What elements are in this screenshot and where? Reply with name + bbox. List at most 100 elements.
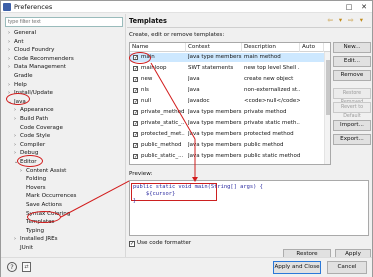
cell-description: private static meth... [244, 120, 300, 126]
column-header-auto[interactable]: Auto [300, 43, 324, 52]
help-icon[interactable]: ? [7, 262, 17, 272]
export-button[interactable]: Export... [333, 134, 371, 145]
row-enabled-checkbox[interactable]: ✓ [133, 99, 138, 105]
cell-context: Java [188, 76, 200, 82]
tree-item-label: JUnit [20, 245, 34, 251]
cell-description: public method [244, 142, 284, 148]
title-divider [127, 27, 371, 28]
row-enabled-checkbox[interactable]: ✓ [133, 77, 138, 83]
row-enabled-checkbox[interactable]: ✓ [133, 154, 138, 160]
table-row[interactable]: ✓ private_static_... Java type members priv… [130, 119, 330, 128]
column-header-description[interactable]: Description [242, 43, 300, 52]
restore-removed-button[interactable]: Restore Removed [333, 88, 371, 105]
preview-pane[interactable]: public static void main(String[] args) {… [129, 180, 369, 236]
tree-item-label: Gradle [14, 73, 33, 79]
table-row[interactable]: ✓ public_method Java type members public me… [130, 141, 330, 150]
cell-name: private_static_... [141, 120, 185, 126]
row-enabled-checkbox[interactable]: ✓ [133, 132, 138, 138]
table-row[interactable]: ✓ nls Java non-externalized st... [130, 86, 330, 95]
tree-item-label: Installed JREs [20, 236, 58, 243]
cell-name: null [141, 98, 152, 104]
row-enabled-checkbox[interactable]: ✓ [133, 88, 138, 94]
cell-description: public static method [244, 153, 300, 159]
preferences-window: Preferences □ ✕ ›General›Ant›Cloud Found… [0, 0, 373, 277]
cell-context: SWT statements [188, 65, 234, 71]
import-button[interactable]: Import... [333, 120, 371, 131]
row-enabled-checkbox[interactable]: ✓ [133, 143, 138, 149]
preview-label: Preview: [129, 171, 153, 177]
apply-and-close-button[interactable]: Apply and Close [273, 261, 321, 274]
tree-item-label: Code Recommenders [14, 55, 74, 62]
import-export-icon[interactable]: ⇄ [22, 262, 31, 272]
cell-description: main method [244, 54, 281, 60]
maximize-icon[interactable]: □ [342, 2, 356, 12]
table-row[interactable]: ✓ null Javadoc <code>null</code> [130, 97, 330, 106]
tree-item-label: Code Coverage [20, 124, 63, 131]
cell-context: Java type members [188, 142, 242, 148]
cell-context: Java type members [188, 109, 242, 115]
dialog-button-bar: ? ⇄ Apply and Close Cancel [1, 257, 372, 277]
tree-item-label: Content Assist [26, 167, 67, 174]
tree-item-label: Save Actions [26, 202, 62, 208]
new-button[interactable]: New... [333, 42, 371, 53]
cell-description: create new object [244, 76, 294, 82]
tree-item-label: Build Path [20, 116, 49, 122]
table-row[interactable]: ✓ protected_met... Java type members protec… [130, 130, 330, 139]
cell-name: private_method [141, 109, 185, 115]
table-row[interactable]: ✓ new Java create new object [130, 75, 330, 84]
cell-name: nls [141, 87, 149, 93]
table-scrollbar[interactable] [324, 52, 330, 164]
title-bar: Preferences □ ✕ [1, 1, 372, 13]
cell-context: Java type members [188, 120, 242, 126]
cell-name: mainloop [141, 65, 167, 71]
remove-button[interactable]: Remove [333, 70, 371, 81]
tree-item-label: Help [14, 81, 27, 88]
row-enabled-checkbox[interactable]: ✓ [133, 121, 138, 127]
history-nav-icons[interactable]: ⇦ ▾ ⇨ ▾ [327, 16, 365, 24]
code-formatter-option[interactable]: ✓ Use code formatter [129, 240, 191, 247]
cell-description: private method [244, 109, 287, 115]
code-formatter-label: Use code formatter [137, 240, 192, 246]
templates-table[interactable]: Name Context Description Auto ✓ main Java … [129, 42, 331, 165]
table-row[interactable]: ✓ public_static_... Java type members publi… [130, 152, 330, 161]
preview-code-line-1: public static void main(String[] args) { [133, 184, 263, 190]
filter-input[interactable] [5, 17, 123, 27]
revert-to-default-button[interactable]: Revert to Default [333, 102, 371, 119]
row-enabled-checkbox[interactable]: ✓ [133, 110, 138, 116]
cell-context: Java type members [188, 153, 242, 159]
cell-context: Java type members [188, 54, 242, 60]
page-title: Templates [129, 17, 167, 25]
tree-item[interactable]: JUnit [14, 244, 33, 253]
edit-button[interactable]: Edit... [333, 56, 371, 67]
column-header-context[interactable]: Context [186, 43, 242, 52]
table-row[interactable]: ✓ mainloop SWT statements new top level She… [130, 64, 330, 73]
tree-item-label: Compiler [20, 141, 46, 148]
pane-splitter[interactable] [125, 14, 126, 257]
tree-item-label: Data Management [14, 64, 66, 71]
table-row[interactable]: ✓ main Java type members main method [130, 53, 330, 62]
cell-description: <code>null</code> [244, 98, 300, 104]
table-row[interactable]: ✓ private_method Java type members private … [130, 108, 330, 117]
tree-item-label: Typing [26, 227, 45, 234]
cell-description: non-externalized st... [244, 87, 300, 93]
cell-name: new [141, 76, 153, 82]
page-description: Create, edit or remove templates: [129, 32, 225, 38]
cell-context: Java type members [188, 131, 242, 137]
window-title: Preferences [14, 3, 53, 11]
cell-name: protected_met... [141, 131, 185, 137]
tree-item-label: Hovers [26, 184, 46, 191]
cell-description: protected method [244, 131, 294, 137]
cancel-button[interactable]: Cancel [327, 261, 367, 274]
tree-item-label: Ant [14, 38, 24, 45]
tree-item-label: Appearance [20, 107, 54, 114]
table-header: Name Context Description Auto [130, 43, 330, 52]
tree-item-label: Folding [26, 176, 47, 183]
row-enabled-checkbox[interactable]: ✓ [133, 66, 138, 72]
column-header-name[interactable]: Name [130, 43, 186, 52]
cell-context: Javadoc [188, 98, 210, 104]
cell-name: public_method [141, 142, 182, 148]
code-formatter-checkbox[interactable]: ✓ [129, 241, 135, 247]
scroll-thumb[interactable] [326, 60, 330, 115]
close-icon[interactable]: ✕ [357, 2, 371, 12]
cell-description: new top level Shell ... [244, 65, 300, 71]
